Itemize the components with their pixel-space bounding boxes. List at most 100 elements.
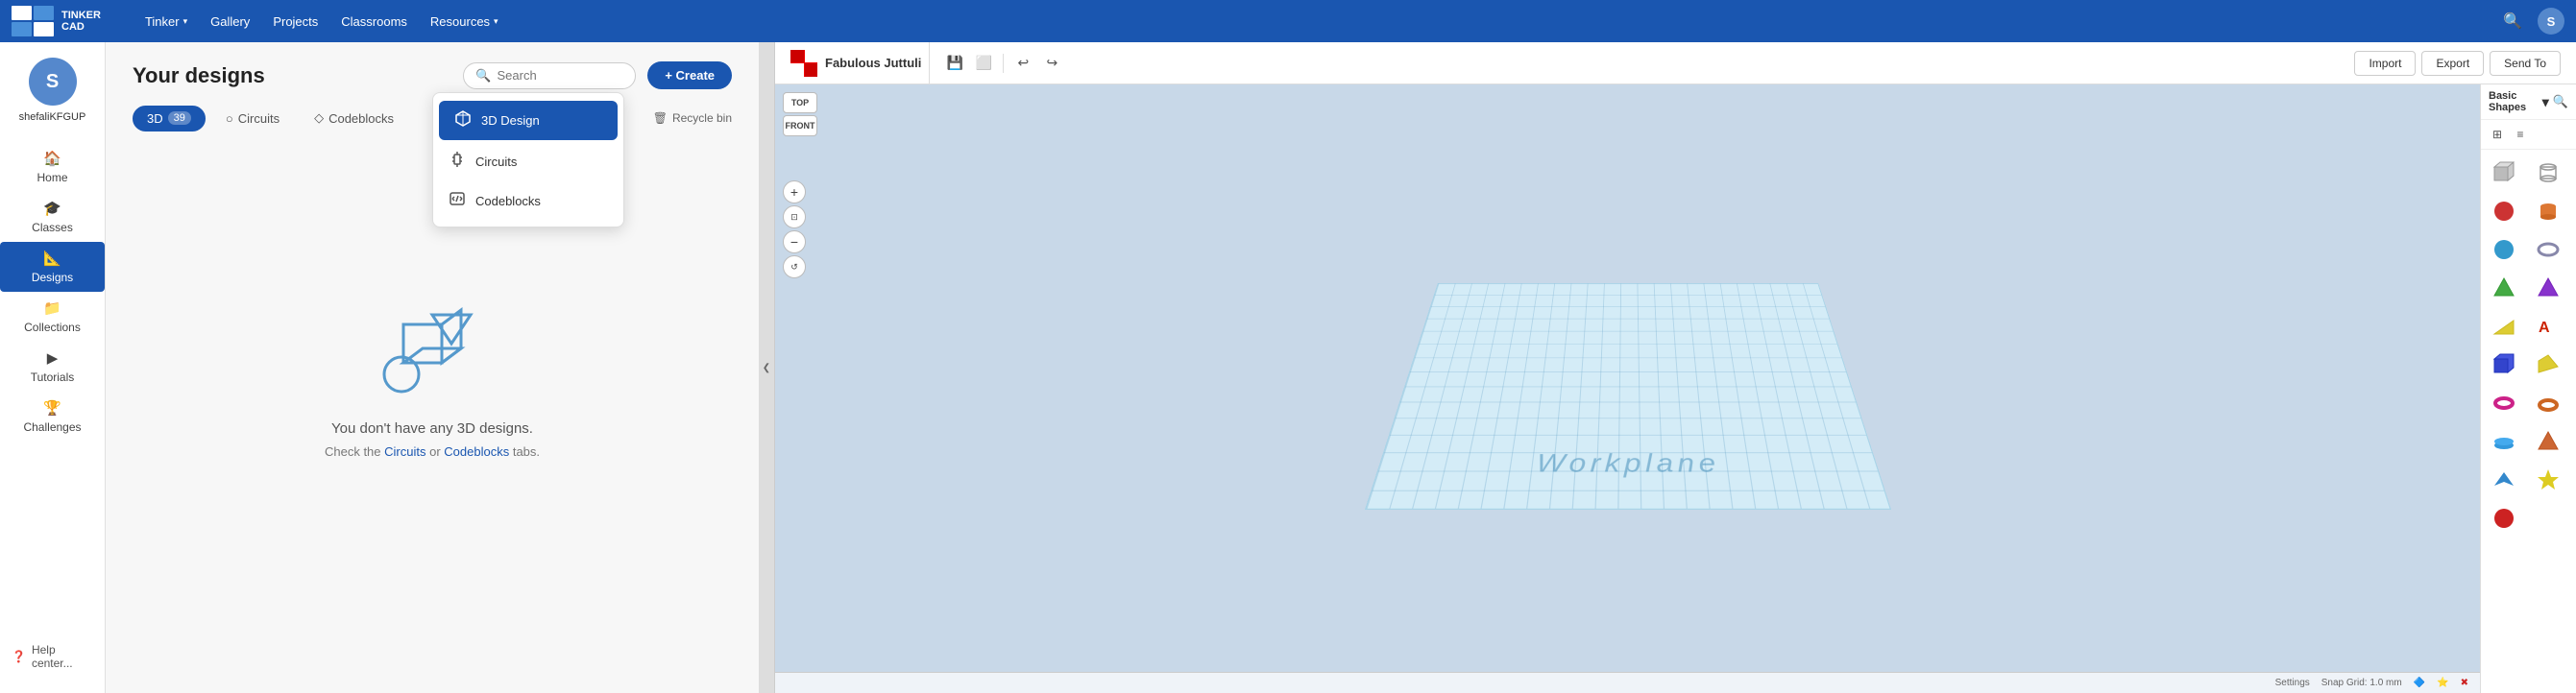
shapes-panel: Basic Shapes ▾ 🔍 ⊞ ≡	[2480, 84, 2576, 693]
classes-icon: 🎓	[43, 200, 61, 217]
sidebar-item-tutorials[interactable]: ▶ Tutorials	[0, 342, 105, 392]
sidebar-item-classes[interactable]: 🎓 Classes	[0, 192, 105, 242]
shape-wedge-gold[interactable]	[2531, 347, 2565, 382]
nav-projects[interactable]: Projects	[263, 9, 328, 35]
sidebar-item-designs[interactable]: 📐 Designs	[0, 242, 105, 292]
nav-resources[interactable]: Resources ▾	[421, 9, 508, 35]
dropdown-arrow[interactable]: ▾	[2542, 94, 2549, 110]
tutorials-icon: ▶	[47, 349, 59, 367]
shapes-grid: A	[2481, 150, 2576, 693]
nav-links: Tinker ▾ Gallery Projects Classrooms Res…	[116, 9, 2484, 35]
shapes-panel-title: Basic Shapes	[2489, 90, 2542, 113]
svg-text:A: A	[2539, 320, 2550, 336]
editor-design-title: Fabulous Juttuli	[825, 56, 921, 70]
grid-view-button[interactable]: ⊞	[2487, 124, 2508, 145]
shape-torus-gray[interactable]	[2531, 232, 2565, 267]
editor-toolbar: 💾 ⬜ ↩ ↪	[934, 50, 2350, 77]
sidebar-item-challenges[interactable]: 🏆 Challenges	[0, 392, 105, 442]
left-panel: S shefaliKFGUP 🏠 Home 🎓 Classes 📐 Design…	[0, 42, 759, 693]
shape-star-yellow[interactable]	[2531, 463, 2565, 497]
page-title: Your designs	[133, 63, 265, 88]
collections-icon: 📁	[43, 299, 61, 317]
nav-gallery[interactable]: Gallery	[201, 9, 259, 35]
shape-sphere-red[interactable]	[2487, 194, 2521, 228]
dropdown-item-3d-design[interactable]: 3D Design	[439, 101, 618, 140]
shapes-panel-header: Basic Shapes ▾ 🔍	[2481, 84, 2576, 120]
tab-codeblocks[interactable]: ◇ Codeblocks	[300, 105, 408, 131]
editor-main: TOP FRONT + ⊡ − ↺ Workplane Settings	[775, 84, 2576, 693]
codeblocks-icon: ◇	[314, 110, 324, 126]
workplane-label: Workplane	[1534, 448, 1721, 478]
search-input[interactable]	[498, 68, 624, 83]
import-button[interactable]: Import	[2354, 51, 2416, 76]
create-dropdown-menu: 3D Design Circuits Codeblocks	[432, 92, 624, 227]
sidebar-bottom: ❓ Help center...	[0, 635, 105, 678]
toolbar-separator	[1003, 54, 1004, 73]
plane-icon: 🔷	[2414, 678, 2425, 688]
shape-red2[interactable]	[2487, 501, 2521, 536]
brand-logo[interactable]: TINKER CAD	[12, 6, 101, 36]
chevron-down-icon: ▾	[183, 16, 188, 27]
cad-logo	[790, 50, 817, 77]
shape-torus-pink[interactable]	[2487, 386, 2521, 420]
dropdown-item-circuits[interactable]: Circuits	[433, 142, 623, 181]
copy-button[interactable]: ⬜	[970, 50, 997, 77]
sidebar-item-home[interactable]: 🏠 Home	[0, 142, 105, 192]
workplane-grid: Workplane	[1364, 283, 1890, 510]
empty-state: You don't have any 3D designs. Check the…	[133, 147, 732, 674]
shape-circle-blue[interactable]	[2487, 424, 2521, 459]
top-nav-right: 🔍 S	[2499, 8, 2564, 35]
shape-torus-orange[interactable]	[2531, 386, 2565, 420]
sidebar-item-collections[interactable]: 📁 Collections	[0, 292, 105, 342]
shape-cylinder-orange[interactable]	[2531, 194, 2565, 228]
undo-button[interactable]: ↩	[1009, 50, 1036, 77]
dropdown-item-codeblocks[interactable]: Codeblocks	[433, 181, 623, 221]
editor-panel: Fabulous Juttuli 💾 ⬜ ↩ ↪ Import Export S…	[774, 42, 2576, 693]
sidebar-username: shefaliKFGUP	[13, 111, 92, 123]
shapes-search-button[interactable]: 🔍	[2553, 94, 2568, 109]
shape-plane-blue[interactable]	[2487, 463, 2521, 497]
tab-circuits[interactable]: ○ Circuits	[211, 106, 294, 131]
tab-3d[interactable]: 3D 39	[133, 106, 206, 131]
list-view-button[interactable]: ≡	[2510, 124, 2531, 145]
shape-wedge-yellow[interactable]	[2487, 309, 2521, 344]
codeblocks-link[interactable]: Codeblocks	[444, 444, 509, 459]
shape-sphere-blue[interactable]	[2487, 232, 2521, 267]
editor-top-right: Import Export Send To	[2354, 51, 2568, 76]
close-icon: ✖	[2461, 678, 2468, 688]
tab-3d-count: 39	[168, 111, 191, 125]
shape-box-gray[interactable]	[2487, 155, 2521, 190]
send-to-button[interactable]: Send To	[2490, 51, 2561, 76]
nav-classrooms[interactable]: Classrooms	[331, 9, 417, 35]
editor-viewport[interactable]: TOP FRONT + ⊡ − ↺ Workplane Settings	[775, 84, 2480, 693]
save-button[interactable]: 💾	[941, 50, 968, 77]
search-icon: 🔍	[475, 68, 491, 84]
create-button[interactable]: + Create	[647, 61, 732, 89]
nav-tinker[interactable]: Tinker ▾	[135, 9, 197, 35]
help-center-link[interactable]: ❓ Help center...	[0, 635, 105, 678]
code-icon	[449, 190, 466, 212]
shape-cylinder-outline[interactable]	[2531, 155, 2565, 190]
shape-brown[interactable]	[2531, 424, 2565, 459]
circuits-link[interactable]: Circuits	[384, 444, 425, 459]
settings-label: Settings	[2275, 678, 2310, 688]
editor-top-bar: Fabulous Juttuli 💾 ⬜ ↩ ↪ Import Export S…	[775, 42, 2576, 84]
shape-pyramid-purple[interactable]	[2531, 271, 2565, 305]
header-right: 🔍 + Create	[463, 61, 732, 89]
cube-icon	[454, 109, 472, 131]
search-icon[interactable]: 🔍	[2499, 8, 2526, 35]
recycle-bin-link[interactable]: 🗑 Recycle bin	[653, 111, 732, 125]
shape-box-blue[interactable]	[2487, 347, 2521, 382]
panel-collapse-handle[interactable]: ❮	[759, 42, 774, 693]
search-bar[interactable]: 🔍	[463, 62, 636, 89]
empty-text-sub: Check the Circuits or Codeblocks tabs.	[325, 444, 540, 459]
shape-pyramid-green[interactable]	[2487, 271, 2521, 305]
circuits-icon: ○	[226, 111, 233, 126]
shape-text-red[interactable]: A	[2531, 309, 2565, 344]
export-button[interactable]: Export	[2421, 51, 2484, 76]
content-area: Your designs 🔍 + Create 3D 39 ○ Circuits	[106, 42, 759, 693]
redo-button[interactable]: ↪	[1038, 50, 1065, 77]
sidebar: S shefaliKFGUP 🏠 Home 🎓 Classes 📐 Design…	[0, 42, 106, 693]
empty-designs-icon	[375, 305, 490, 401]
user-avatar[interactable]: S	[2538, 8, 2564, 35]
